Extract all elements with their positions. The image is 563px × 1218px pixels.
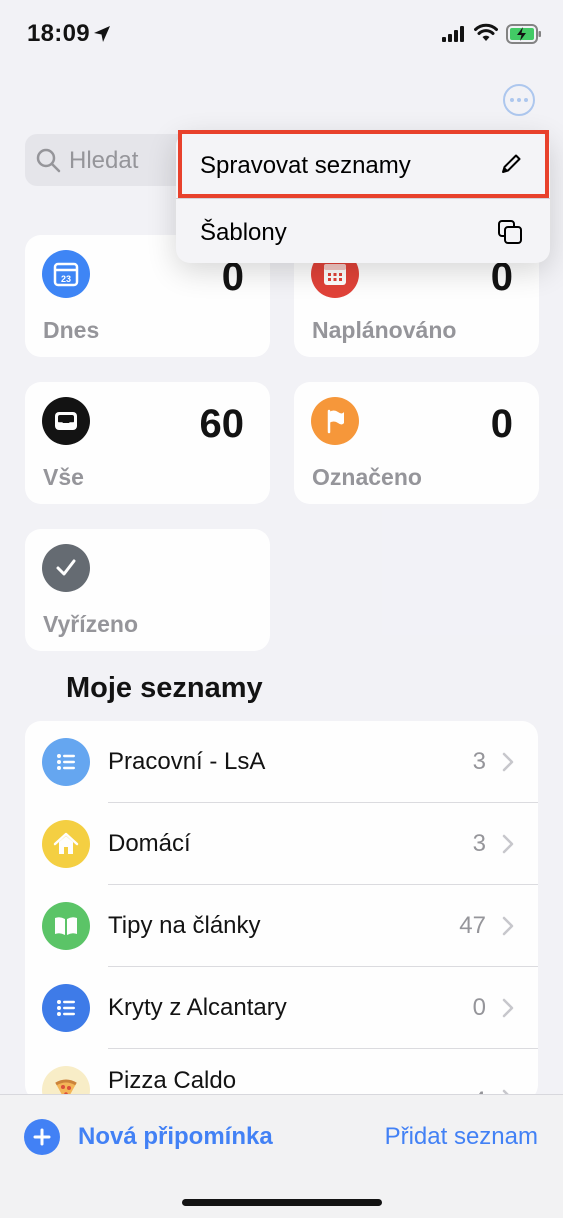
plus-icon[interactable] — [24, 1119, 60, 1155]
calendar-today-icon: 23 — [42, 250, 90, 298]
tile-label: Naplánováno — [312, 317, 457, 343]
tile-label: Vyřízeno — [43, 611, 139, 637]
checkmark-icon — [42, 544, 90, 592]
chevron-right-icon — [502, 752, 514, 772]
flag-icon — [311, 397, 359, 445]
bottom-toolbar: Nová připomínka Přidat seznam — [0, 1094, 563, 1218]
tile-label: Dnes — [43, 317, 100, 343]
list-item-label: Pizza Caldo — [108, 1067, 237, 1094]
my-lists: Pracovní - LsA 3 Domácí 3 Tipy na články… — [25, 721, 538, 1101]
list-item-label: Pracovní - LsA — [108, 748, 266, 775]
context-menu: Spravovat seznamy Šablony — [176, 132, 550, 263]
menu-item-manage-lists[interactable]: Spravovat seznamy — [176, 132, 550, 197]
tile-completed[interactable]: Vyřízeno — [25, 529, 270, 651]
list-icon — [42, 984, 90, 1032]
list-item[interactable]: Tipy na články 47 — [25, 885, 538, 967]
list-item-count: 3 — [472, 748, 486, 775]
list-icon — [42, 738, 90, 786]
chevron-right-icon — [502, 834, 514, 854]
wifi-icon — [474, 23, 498, 41]
chevron-right-icon — [502, 998, 514, 1018]
menu-item-templates[interactable]: Šablony — [176, 199, 550, 264]
section-title: Moje seznamy — [66, 672, 263, 704]
status-time: 18:09 — [27, 20, 90, 47]
home-indicator[interactable] — [182, 1199, 382, 1206]
list-item[interactable]: Pracovní - LsA 3 — [25, 721, 538, 803]
tile-all[interactable]: 60 Vše — [25, 382, 270, 504]
new-reminder-button[interactable]: Nová připomínka — [78, 1123, 273, 1151]
tile-flagged[interactable]: 0 Označeno — [294, 382, 539, 504]
list-item-count: 0 — [472, 994, 486, 1021]
list-item-label: Domácí — [108, 830, 191, 857]
house-icon — [42, 820, 90, 868]
menu-item-label: Spravovat seznamy — [200, 152, 411, 179]
menu-item-label: Šablony — [200, 219, 287, 246]
more-dot — [510, 98, 514, 102]
list-item-label: Tipy na články — [108, 912, 261, 939]
search-icon — [36, 148, 61, 173]
copy-icon — [498, 220, 522, 244]
pencil-icon — [502, 154, 521, 173]
more-options-button[interactable] — [503, 84, 535, 116]
list-item-count: 3 — [472, 830, 486, 857]
battery-icon — [506, 24, 541, 44]
list-item-label: Kryty z Alcantary — [108, 994, 287, 1021]
tray-icon — [42, 397, 90, 445]
tile-count: 60 — [199, 402, 245, 446]
book-icon — [42, 902, 90, 950]
list-item-count: 47 — [459, 912, 486, 939]
chevron-right-icon — [502, 916, 514, 936]
add-list-button[interactable]: Přidat seznam — [385, 1123, 538, 1151]
search-placeholder: Hledat — [69, 147, 139, 174]
tile-label: Vše — [43, 464, 84, 490]
more-dot — [517, 98, 521, 102]
list-item[interactable]: Kryty z Alcantary 0 — [25, 967, 538, 1049]
calendar-day-number: 23 — [61, 274, 71, 284]
tile-count: 0 — [490, 402, 513, 446]
more-dot — [524, 98, 528, 102]
list-item[interactable]: Domácí 3 — [25, 803, 538, 885]
location-arrow-icon — [94, 26, 110, 42]
tile-label: Označeno — [312, 464, 422, 490]
cellular-signal-icon — [442, 26, 464, 42]
status-bar: 18:09 — [0, 0, 563, 70]
